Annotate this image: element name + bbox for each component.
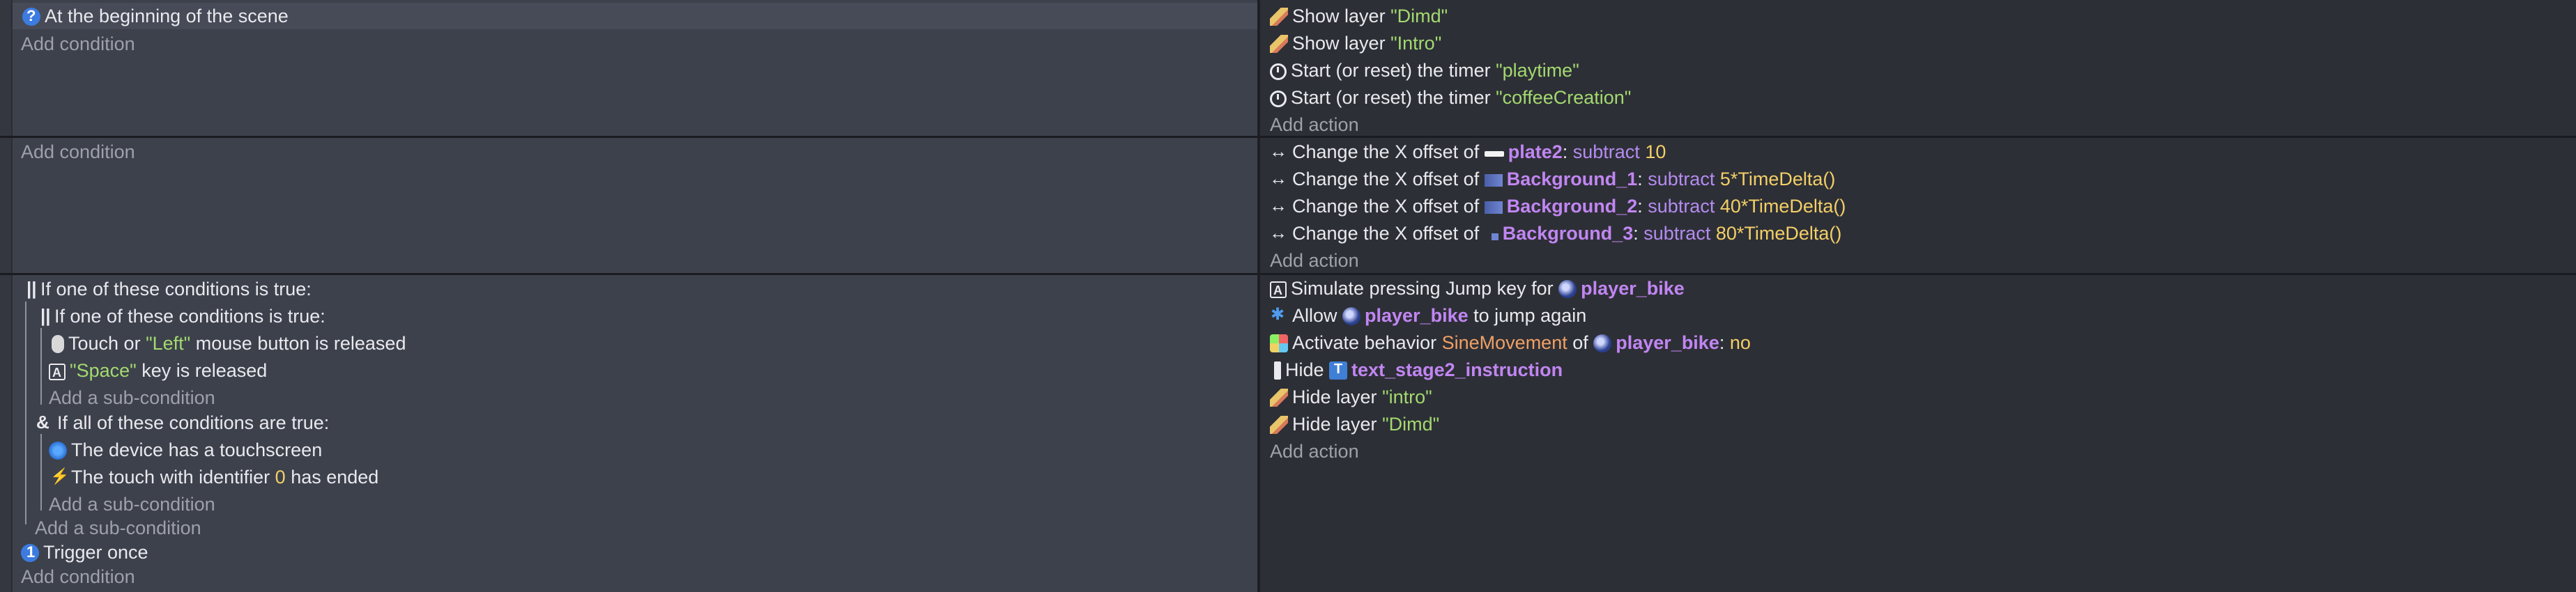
add-sub-condition-button[interactable]: Add a sub-condition <box>49 384 215 411</box>
action-activate-behavior[interactable]: Activate behavior SineMovement of player… <box>1270 329 1751 356</box>
pencil-icon <box>1270 389 1288 407</box>
actions-pane: Change the X offset of plate2: subtract … <box>1260 138 2576 273</box>
pencil-icon <box>1270 416 1288 434</box>
background-sprite-icon <box>1484 174 1503 187</box>
offset-arrows-icon <box>1269 219 1288 246</box>
player-bike-icon <box>1558 280 1577 298</box>
action-offset-plate2[interactable]: Change the X offset of plate2: subtract … <box>1269 138 1666 165</box>
keyboard-key-icon <box>49 359 66 386</box>
action-hide-layer-intro[interactable]: Hide layer "intro" <box>1270 384 1432 410</box>
keyboard-key-icon <box>1270 277 1287 304</box>
or-icon <box>25 275 37 302</box>
trigger-once-icon <box>21 539 39 566</box>
pencil-icon <box>1270 35 1288 53</box>
and-icon <box>35 409 53 435</box>
behavior-icon <box>1270 334 1288 352</box>
conditions-pane: If one of these conditions is true: If o… <box>0 275 1260 592</box>
event-3[interactable]: If one of these conditions is true: If o… <box>0 275 2576 592</box>
condition-trigger-once[interactable]: Trigger once <box>21 539 148 566</box>
player-bike-icon <box>1593 334 1612 352</box>
and-branch-line <box>40 434 42 511</box>
condition-touchscreen[interactable]: The device has a touchscreen <box>49 437 322 463</box>
conditions-pane: Add condition <box>0 138 1260 273</box>
actions-pane: Show layer "Dimd" Show layer "Intro" Sta… <box>1260 0 2576 136</box>
condition-touch-released[interactable]: Touch or "Left" mouse button is released <box>49 330 406 357</box>
actions-pane: Simulate pressing Jump key for player_bi… <box>1260 275 2576 592</box>
timer-icon <box>1270 91 1287 107</box>
text-object-icon <box>1329 356 1348 382</box>
condition-touch-ended[interactable]: The touch with identifier 0 has ended <box>49 463 378 490</box>
action-offset-background-1[interactable]: Change the X offset of Background_1: sub… <box>1269 165 1835 192</box>
condition-and[interactable]: If all of these conditions are true: <box>35 409 329 436</box>
or-inner-branch-line <box>40 328 42 405</box>
or-icon <box>39 302 51 329</box>
or-branch-line <box>25 302 26 524</box>
action-hide-layer-dimd[interactable]: Hide layer "Dimd" <box>1270 411 1439 437</box>
add-action-button[interactable]: Add action <box>1270 438 1359 465</box>
add-sub-condition-button[interactable]: Add a sub-condition <box>35 515 201 541</box>
condition-or-outer[interactable]: If one of these conditions is true: <box>25 275 312 302</box>
action-offset-background-2[interactable]: Change the X offset of Background_2: sub… <box>1269 192 1846 219</box>
player-bike-icon <box>1342 307 1361 325</box>
action-allow-jump[interactable]: Allow player_bike to jump again <box>1270 302 1586 329</box>
offset-arrows-icon <box>1269 138 1288 164</box>
action-hide-object[interactable]: Hide text_stage2_instruction <box>1270 356 1563 383</box>
condition-key-released[interactable]: "Space" key is released <box>49 357 267 386</box>
event-gutter[interactable] <box>0 275 13 592</box>
add-condition-button[interactable]: Add condition <box>21 31 135 57</box>
hide-icon <box>1274 361 1281 380</box>
plate-sprite-icon <box>1484 151 1504 157</box>
touch-bolt-icon <box>49 463 69 490</box>
mouse-icon <box>52 335 64 353</box>
background-sprite-icon <box>1484 201 1503 214</box>
add-sub-condition-button[interactable]: Add a sub-condition <box>49 491 215 517</box>
condition-or-inner[interactable]: If one of these conditions is true: <box>39 302 325 329</box>
action-simulate-jump[interactable]: Simulate pressing Jump key for player_bi… <box>1270 275 1685 304</box>
event-1[interactable]: At the beginning of the scene Add condit… <box>0 0 2576 138</box>
add-action-button[interactable]: Add action <box>1270 111 1359 138</box>
touchscreen-icon <box>49 442 67 460</box>
condition-scene-start[interactable]: At the beginning of the scene <box>13 3 1257 29</box>
action-show-layer-intro[interactable]: Show layer "Intro" <box>1270 30 1441 56</box>
event-gutter[interactable] <box>0 0 13 136</box>
action-start-timer-playtime[interactable]: Start (or reset) the timer "playtime" <box>1270 57 1579 84</box>
add-condition-button[interactable]: Add condition <box>21 139 135 165</box>
action-show-layer-dimd[interactable]: Show layer "Dimd" <box>1270 3 1448 29</box>
action-start-timer-coffee[interactable]: Start (or reset) the timer "coffeeCreati… <box>1270 84 1631 111</box>
event-2[interactable]: Add condition Change the X offset of pla… <box>0 138 2576 275</box>
action-offset-background-3[interactable]: Change the X offset of Background_3: sub… <box>1269 219 1841 247</box>
events-sheet: At the beginning of the scene Add condit… <box>0 0 2576 592</box>
pencil-icon <box>1270 8 1288 26</box>
jump-icon <box>1270 302 1288 328</box>
conditions-pane: At the beginning of the scene Add condit… <box>0 0 1260 136</box>
offset-arrows-icon <box>1269 192 1288 219</box>
event-gutter[interactable] <box>0 138 13 273</box>
background-sprite-icon <box>1491 233 1498 240</box>
timer-icon <box>1270 63 1287 80</box>
add-condition-button[interactable]: Add condition <box>21 563 135 590</box>
offset-arrows-icon <box>1269 165 1288 192</box>
scene-start-icon <box>22 3 40 29</box>
add-action-button[interactable]: Add action <box>1270 247 1359 274</box>
